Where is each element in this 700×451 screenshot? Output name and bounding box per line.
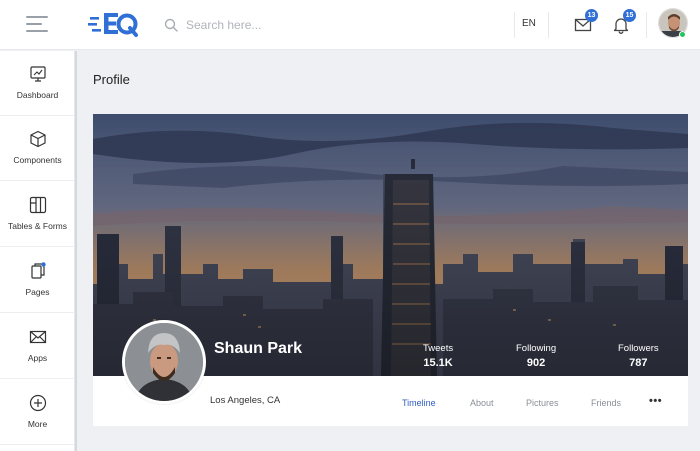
- mail-icon: [29, 330, 47, 344]
- tab-friends[interactable]: Friends: [591, 398, 621, 408]
- stat-following[interactable]: Following 902: [516, 343, 556, 369]
- stat-followers[interactable]: Followers 787: [618, 343, 659, 369]
- dashboard-icon: [30, 66, 46, 82]
- sidebar-item-apps[interactable]: Apps: [0, 314, 75, 379]
- online-status-indicator: [679, 31, 686, 38]
- stat-label: Followers: [618, 343, 659, 354]
- notifications-badge: 15: [623, 9, 636, 22]
- sidebar-item-more[interactable]: More: [0, 380, 75, 445]
- search-icon[interactable]: [164, 18, 178, 32]
- mail-badge: 13: [585, 9, 598, 22]
- divider: [548, 12, 549, 38]
- mail-button[interactable]: 13: [574, 9, 598, 36]
- sidebar-item-pages[interactable]: Pages: [0, 248, 75, 313]
- sidebar-item-label: Apps: [27, 353, 48, 363]
- menu-toggle-icon[interactable]: [26, 14, 48, 34]
- sidebar-item-label: Tables & Forms: [7, 221, 68, 231]
- tab-about[interactable]: About: [470, 398, 494, 408]
- notifications-button[interactable]: 15: [612, 9, 636, 36]
- stat-label: Following: [516, 343, 557, 354]
- sidebar-item-label: More: [27, 419, 48, 429]
- sidebar-item-label: Pages: [25, 287, 50, 297]
- tab-timeline[interactable]: Timeline: [402, 398, 436, 408]
- plus-circle-icon: [29, 394, 47, 412]
- profile-card: Shaun Park Tweets 15.1K Following 902 Fo…: [93, 114, 688, 426]
- search-input[interactable]: [186, 18, 436, 32]
- sidebar-item-dashboard[interactable]: Dashboard: [0, 51, 75, 116]
- sidebar: Dashboard Components Tables & Forms Page…: [0, 51, 75, 451]
- cube-icon: [30, 130, 46, 148]
- profile-name: Shaun Park: [214, 340, 303, 357]
- tab-pictures[interactable]: Pictures: [526, 398, 559, 408]
- profile-location: Los Angeles, CA: [210, 395, 281, 406]
- sidebar-item-components[interactable]: Components: [0, 116, 75, 181]
- app-logo[interactable]: [88, 8, 138, 40]
- search-bar: [160, 10, 460, 40]
- table-icon: [29, 196, 47, 214]
- sidebar-item-tables-forms[interactable]: Tables & Forms: [0, 182, 75, 247]
- profile-avatar[interactable]: [122, 320, 206, 404]
- pages-icon: [31, 262, 46, 279]
- sidebar-item-label: Components: [13, 155, 62, 165]
- stat-label: Tweets: [423, 343, 454, 354]
- stat-value: 15.1K: [423, 357, 453, 369]
- top-bar: EN 13 15: [0, 0, 700, 50]
- stat-tweets[interactable]: Tweets 15.1K: [423, 343, 453, 369]
- divider: [646, 12, 647, 38]
- page-title: Profile: [93, 72, 130, 87]
- more-options-button[interactable]: •••: [649, 395, 662, 407]
- stat-value: 902: [526, 357, 546, 369]
- sidebar-item-label: Dashboard: [16, 90, 59, 100]
- language-selector[interactable]: EN: [522, 18, 536, 29]
- stat-value: 787: [629, 357, 648, 369]
- sidebar-scrollbar[interactable]: [75, 51, 77, 451]
- divider: [514, 12, 515, 38]
